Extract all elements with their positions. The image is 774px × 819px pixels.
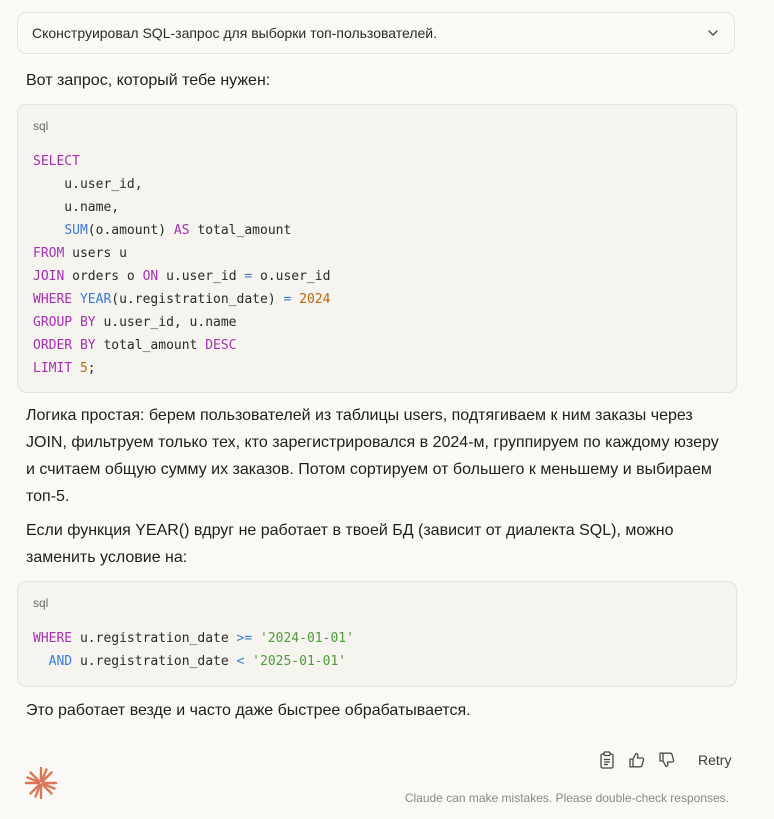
code-token: 5 <box>79 361 88 376</box>
code-token: DESC <box>205 338 237 353</box>
thumbs-down-icon[interactable] <box>652 746 682 774</box>
code-token: YEAR <box>79 292 112 307</box>
code-token: (u.registration_date) <box>111 292 284 307</box>
code-token: WHERE <box>33 631 73 646</box>
code-line: WHERE u.registration_date >= '2024-01-01… <box>33 627 354 650</box>
clipboard-icon[interactable] <box>592 746 622 774</box>
closing-text: Это работает везде и часто даже быстрее … <box>26 702 471 719</box>
code-token: ORDER BY <box>33 338 96 353</box>
code-line: SUM(o.amount) AS total_amount <box>33 219 330 242</box>
retry-button[interactable]: Retry <box>692 748 737 772</box>
code-token: >= <box>236 631 253 646</box>
code-language-label: sql <box>33 119 49 133</box>
code-token: total_amount <box>95 338 206 353</box>
code-token: 2024 <box>299 292 331 307</box>
alternative-note-text: Если функция YEAR() вдруг не работает в … <box>26 522 674 566</box>
code-line: LIMIT 5; <box>33 357 330 380</box>
code-content: SELECT u.user_id, u.name, SUM(o.amount) … <box>33 150 330 380</box>
code-line: u.name, <box>33 196 330 219</box>
code-token: '2025-01-01' <box>252 654 347 669</box>
code-token: = <box>244 269 253 284</box>
code-line: SELECT <box>33 150 330 173</box>
code-token: total_amount <box>189 223 292 238</box>
code-token: u.registration_date <box>72 631 237 646</box>
code-block-main[interactable]: sql SELECT u.user_id, u.name, SUM(o.amou… <box>17 104 737 393</box>
message-actions: Retry <box>592 746 737 774</box>
code-block-alternative[interactable]: sql WHERE u.registration_date >= '2024-0… <box>17 581 737 687</box>
explanation-text: Логика простая: берем пользователей из т… <box>26 407 719 505</box>
code-token: orders o <box>64 269 143 284</box>
thumbs-up-icon[interactable] <box>622 746 652 774</box>
intro-text: Вот запрос, который тебе нужен: <box>26 72 271 89</box>
code-language-label: sql <box>33 596 49 610</box>
code-token: AS <box>173 223 190 238</box>
code-token: '2024-01-01' <box>260 631 354 646</box>
thinking-summary-text: Сконструировал SQL-запрос для выборки то… <box>32 25 437 41</box>
code-token: o.user_id <box>252 269 331 284</box>
code-token: ; <box>87 361 96 376</box>
code-token: AND <box>48 654 73 669</box>
code-token: ON <box>142 269 159 284</box>
chevron-down-icon <box>706 26 720 40</box>
code-token: JOIN <box>33 269 65 284</box>
code-token: FROM <box>33 246 65 261</box>
code-token: u.user_id <box>158 269 245 284</box>
thinking-summary-toggle[interactable]: Сконструировал SQL-запрос для выборки то… <box>17 12 735 54</box>
code-token: SUM <box>64 223 88 238</box>
code-token: u.name, <box>33 200 120 215</box>
code-token: LIMIT <box>33 361 73 376</box>
code-line: u.user_id, <box>33 173 330 196</box>
code-token: u.user_id, u.name <box>95 315 237 330</box>
code-token: GROUP BY <box>33 315 96 330</box>
code-line: JOIN orders o ON u.user_id = o.user_id <box>33 265 330 288</box>
code-token: users u <box>64 246 127 261</box>
disclaimer-text: Claude can make mistakes. Please double-… <box>404 791 729 805</box>
code-token: u.user_id, <box>33 177 143 192</box>
code-content: WHERE u.registration_date >= '2024-01-01… <box>33 627 354 673</box>
code-line: WHERE YEAR(u.registration_date) = 2024 <box>33 288 330 311</box>
code-token: (o.amount) <box>87 223 174 238</box>
code-token: SELECT <box>33 154 80 169</box>
code-line: ORDER BY total_amount DESC <box>33 334 330 357</box>
code-token: WHERE <box>33 292 73 307</box>
code-line: FROM users u <box>33 242 330 265</box>
code-line: AND u.registration_date < '2025-01-01' <box>33 650 354 673</box>
claude-logo-icon <box>24 766 58 800</box>
code-token: u.registration_date <box>72 654 237 669</box>
code-line: GROUP BY u.user_id, u.name <box>33 311 330 334</box>
